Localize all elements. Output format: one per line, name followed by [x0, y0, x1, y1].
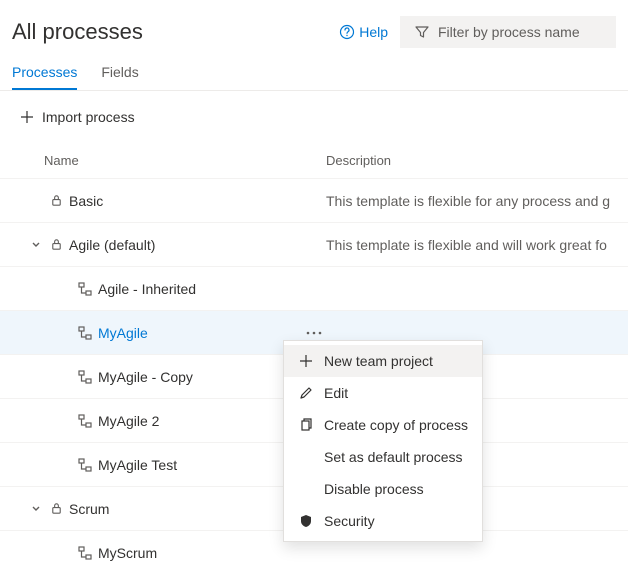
import-label: Import process — [42, 109, 135, 125]
process-row[interactable]: Agile - Inherited — [0, 266, 628, 310]
process-description: This template is flexible for any proces… — [326, 193, 616, 209]
plus-icon — [299, 354, 313, 368]
process-name: Basic — [69, 193, 103, 209]
table-header: Name Description — [0, 143, 628, 178]
process-name[interactable]: MyAgile — [98, 325, 148, 341]
menu-label: Disable process — [324, 481, 424, 497]
menu-label: New team project — [324, 353, 433, 369]
menu-label: Create copy of process — [324, 417, 468, 433]
process-name: MyScrum — [98, 545, 157, 561]
filter-placeholder: Filter by process name — [438, 24, 580, 40]
more-actions-button[interactable] — [302, 331, 326, 335]
inherit-icon — [78, 326, 92, 340]
filter-input[interactable]: Filter by process name — [400, 16, 616, 48]
page-title: All processes — [12, 19, 339, 45]
menu-create-copy[interactable]: Create copy of process — [284, 409, 482, 441]
menu-label: Security — [324, 513, 375, 529]
process-name: MyAgile 2 — [98, 413, 159, 429]
inherit-icon — [78, 414, 92, 428]
copy-icon — [299, 418, 313, 432]
process-name: MyAgile - Copy — [98, 369, 193, 385]
process-name: Agile (default) — [69, 237, 155, 253]
process-name: MyAgile Test — [98, 457, 177, 473]
menu-new-team-project[interactable]: New team project — [284, 345, 482, 377]
process-description: This template is flexible and will work … — [326, 237, 616, 253]
process-name: Agile - Inherited — [98, 281, 196, 297]
column-description: Description — [326, 153, 391, 168]
lock-icon — [50, 238, 63, 251]
chevron-down-icon[interactable] — [28, 239, 44, 251]
menu-edit[interactable]: Edit — [284, 377, 482, 409]
column-name: Name — [12, 153, 326, 168]
context-menu: New team project Edit Create copy of pro… — [283, 340, 483, 542]
help-icon — [339, 24, 355, 40]
inherit-icon — [78, 370, 92, 384]
menu-set-default[interactable]: Set as default process — [284, 441, 482, 473]
import-process-button[interactable]: Import process — [12, 105, 143, 129]
tab-processes[interactable]: Processes — [12, 56, 77, 90]
menu-label: Set as default process — [324, 449, 463, 465]
inherit-icon — [78, 282, 92, 296]
chevron-down-icon[interactable] — [28, 503, 44, 515]
lock-icon — [50, 194, 63, 207]
pencil-icon — [299, 386, 313, 400]
process-name: Scrum — [69, 501, 109, 517]
process-row[interactable]: Agile (default) This template is flexible… — [0, 222, 628, 266]
menu-disable[interactable]: Disable process — [284, 473, 482, 505]
inherit-icon — [78, 546, 92, 560]
tab-fields[interactable]: Fields — [101, 56, 138, 90]
lock-icon — [50, 502, 63, 515]
menu-security[interactable]: Security — [284, 505, 482, 537]
help-link[interactable]: Help — [339, 24, 388, 40]
inherit-icon — [78, 458, 92, 472]
shield-icon — [299, 514, 313, 528]
menu-label: Edit — [324, 385, 348, 401]
process-row[interactable]: Basic This template is flexible for any p… — [0, 178, 628, 222]
tab-bar: Processes Fields — [0, 48, 628, 91]
plus-icon — [20, 110, 34, 124]
filter-icon — [414, 24, 430, 40]
help-label: Help — [359, 24, 388, 40]
